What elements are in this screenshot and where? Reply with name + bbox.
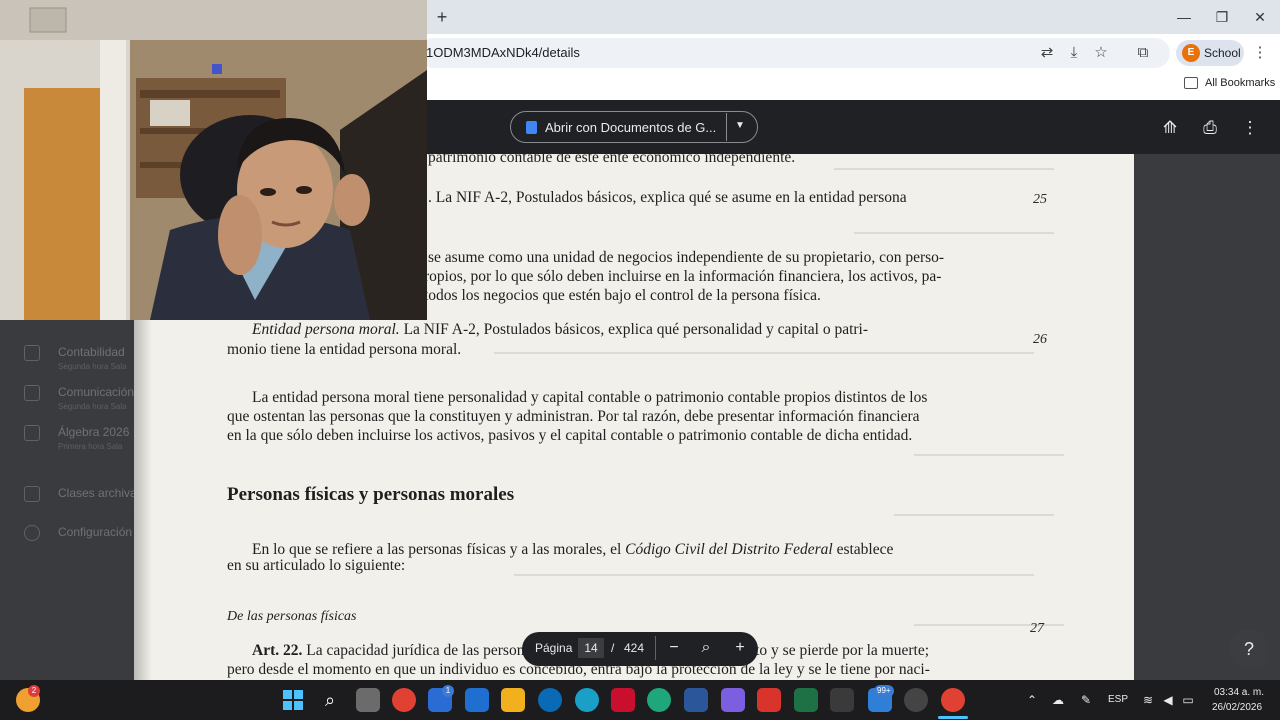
margin-number: 25 <box>1033 192 1047 207</box>
help-button[interactable]: ? <box>1229 629 1269 669</box>
battery-icon[interactable]: ▭ <box>1180 692 1196 708</box>
open-with-label: Abrir con Documentos de G... <box>545 120 717 135</box>
clock-date[interactable]: 26/02/2026 <box>1212 702 1262 713</box>
app-icon[interactable] <box>830 688 854 712</box>
browser-icon[interactable] <box>575 688 599 712</box>
folder-icon <box>1184 77 1198 89</box>
doc-line: en la que sólo deben incluirse los activ… <box>227 427 913 444</box>
translate-icon[interactable]: ⇄ <box>1036 42 1058 64</box>
page-separator: / <box>611 641 615 655</box>
zoom-icon[interactable]: ⌕ <box>696 638 716 658</box>
doc-line: todos los negocios que estén bajo el con… <box>424 287 821 304</box>
sidebar-item-contabilidad[interactable]: Contabilidad <box>58 345 125 359</box>
archive-icon <box>24 486 40 502</box>
sidebar-item-sub: Segunda hora Sala <box>58 402 127 411</box>
notification-badge: 99+ <box>874 685 894 697</box>
doc-line: . La NIF A-2, Postulados básicos, explic… <box>428 189 907 206</box>
doc-line: La entidad persona moral tiene personali… <box>252 389 928 406</box>
weather-badge: 2 <box>28 685 40 697</box>
mcafee-icon[interactable] <box>611 688 635 712</box>
restore-button[interactable]: ❐ <box>1208 6 1236 28</box>
webcam-overlay <box>0 0 427 320</box>
class-icon <box>24 345 40 361</box>
class-icon <box>24 385 40 401</box>
pen-icon[interactable]: ✎ <box>1078 692 1094 708</box>
install-app-icon[interactable]: ⤓ <box>1063 42 1085 64</box>
zoom-out-button[interactable]: − <box>664 638 684 658</box>
doc-line: monio tiene la entidad persona moral. <box>227 341 462 358</box>
doc-citation: Código Civil del Distrito Federal <box>625 541 833 558</box>
word-icon[interactable] <box>684 688 708 712</box>
sidebar-item-algebra[interactable]: Álgebra 2026 <box>58 425 129 439</box>
webcam-image <box>0 0 427 320</box>
doc-heading-line: Entidad persona moral. La NIF A-2, Postu… <box>252 320 868 339</box>
zoom-in-button[interactable]: + <box>730 638 750 658</box>
page-total: 424 <box>624 641 645 655</box>
copilot-icon[interactable] <box>721 688 745 712</box>
doc-line: se asume como una unidad de negocios ind… <box>428 249 945 266</box>
margin-number: 26 <box>1033 332 1047 347</box>
language-indicator[interactable]: ESP <box>1108 694 1128 705</box>
outlook-icon[interactable] <box>465 688 489 712</box>
bookmark-star-icon[interactable]: ☆ <box>1090 42 1112 64</box>
profile-label: School <box>1204 46 1241 60</box>
avatar: E <box>1182 44 1200 62</box>
all-bookmarks-link[interactable]: All Bookmarks <box>1205 77 1275 89</box>
sidebar-item-settings[interactable]: Configuración <box>58 525 132 539</box>
add-to-drive-icon[interactable]: ⟰ <box>1158 116 1182 140</box>
sidebar-item-sub: Segunda hora Sala <box>58 362 127 371</box>
excel-icon[interactable] <box>794 688 818 712</box>
doc-text: establece <box>832 541 894 558</box>
active-indicator <box>938 716 968 719</box>
onedrive-icon[interactable]: ☁ <box>1050 692 1066 708</box>
chevron-down-icon[interactable]: ▼ <box>732 118 748 134</box>
sidebar-item-comunicacion[interactable]: Comunicación <box>58 385 134 399</box>
start-icon[interactable] <box>281 688 305 712</box>
volume-icon[interactable]: ◀ <box>1160 692 1176 708</box>
chrome-icon[interactable] <box>392 688 416 712</box>
doc-line: patrimonio contable de este ente económi… <box>428 154 796 166</box>
subsection-title: De las personas físicas <box>227 609 357 624</box>
gear-icon <box>24 525 40 541</box>
hp-icon[interactable] <box>538 688 562 712</box>
powerpoint-icon[interactable] <box>757 688 781 712</box>
divider <box>655 636 656 660</box>
inline-heading: Entidad persona moral. <box>252 321 400 338</box>
clock-time[interactable]: 03:34 a. m. <box>1214 687 1264 698</box>
sidebar-item-sub: Primera hora Sala <box>58 442 123 451</box>
margin-number: 27 <box>1030 621 1044 636</box>
divider <box>726 113 727 141</box>
doc-line: que ostentan las personas que la constit… <box>227 408 920 425</box>
github-icon[interactable] <box>904 688 928 712</box>
doc-line: La NIF A-2, Postulados básicos, explica … <box>399 321 869 338</box>
browser-menu-icon[interactable]: ⋮ <box>1249 42 1271 64</box>
doc-line: ropios, por lo que sólo deben incluirse … <box>424 268 942 285</box>
file-explorer-icon[interactable] <box>501 688 525 712</box>
close-window-button[interactable]: ✕ <box>1246 6 1274 28</box>
print-icon[interactable]: ⎙ <box>1198 116 1222 140</box>
chevron-up-icon[interactable]: ⌃ <box>1024 692 1040 708</box>
wifi-icon[interactable]: ≋ <box>1140 692 1156 708</box>
extensions-icon[interactable]: ⧉ <box>1132 42 1154 64</box>
chrome-profile-icon[interactable] <box>941 688 965 712</box>
edge-icon[interactable] <box>647 688 671 712</box>
doc-line: en su articulado lo siguiente: <box>227 557 406 574</box>
search-icon[interactable]: ⌕ <box>318 688 342 712</box>
page-label: Página <box>535 641 573 655</box>
task-view-icon[interactable] <box>356 688 380 712</box>
page-number-input[interactable]: 14 <box>578 638 604 658</box>
class-icon <box>24 425 40 441</box>
section-title: Personas físicas y personas morales <box>227 484 515 505</box>
new-tab-button[interactable]: + <box>432 7 452 27</box>
docs-icon <box>526 121 537 134</box>
url-text[interactable]: 1ODM3MDAxNDk4/details <box>426 45 580 60</box>
article-label: Art. 22. <box>252 642 303 659</box>
store-badge: 1 <box>442 685 454 697</box>
minimize-button[interactable]: — <box>1170 6 1198 28</box>
more-options-icon[interactable]: ⋮ <box>1238 116 1262 140</box>
